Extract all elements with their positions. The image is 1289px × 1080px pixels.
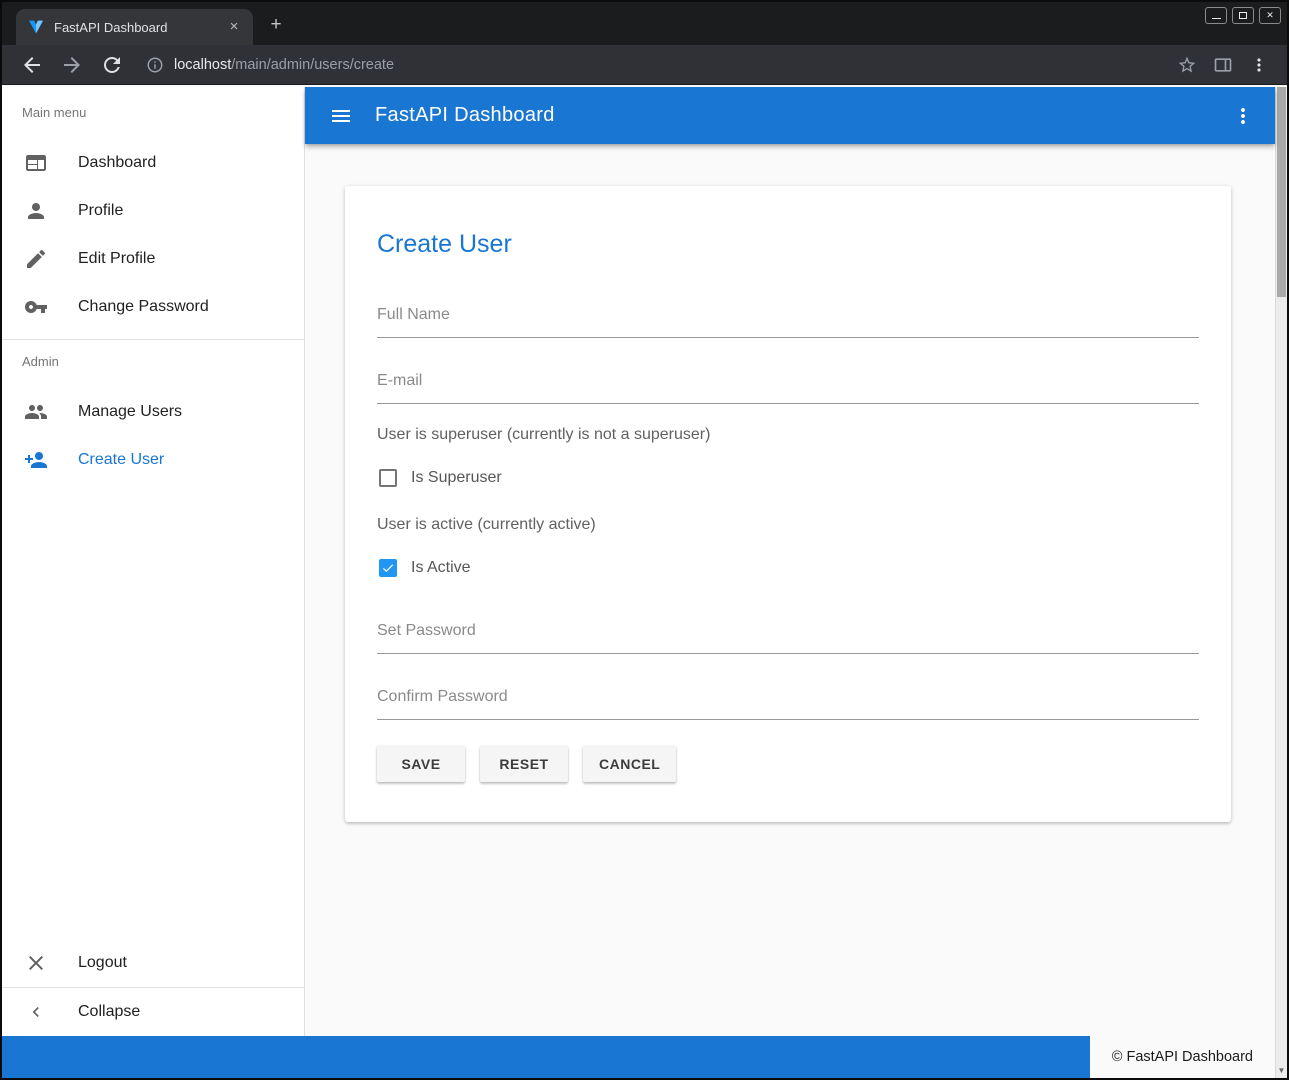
sidebar-item-collapse[interactable]: Collapse [2, 988, 304, 1036]
page: Main menu Dashboard Profile Edit Profile… [2, 87, 1287, 1078]
minimize-icon [1212, 18, 1221, 19]
tab-close-icon[interactable]: × [225, 18, 243, 36]
create-user-card: Create User User is superuser (currently… [345, 186, 1231, 822]
site-info-icon[interactable] [146, 56, 164, 74]
save-button[interactable]: SAVE [377, 746, 465, 782]
person-add-icon [24, 448, 48, 472]
is-superuser-row: Is Superuser [377, 466, 1199, 490]
close-window-button[interactable]: ✕ [1259, 7, 1281, 24]
maximize-button[interactable] [1232, 7, 1254, 24]
sidebar-item-label: Profile [78, 202, 123, 220]
sidebar-item-change-password[interactable]: Change Password [2, 283, 304, 331]
email-field [377, 372, 1199, 404]
refresh-icon[interactable] [100, 53, 124, 77]
confirm-password-field [377, 688, 1199, 720]
tab-title: FastAPI Dashboard [54, 20, 225, 35]
browser-tab[interactable]: FastAPI Dashboard × [16, 9, 253, 45]
sidebar-item-label: Dashboard [78, 154, 156, 172]
page-title: Create User [377, 186, 1199, 260]
sidebar-section-main-menu: Main menu [22, 105, 304, 125]
sidebar-section-admin: Admin [22, 354, 304, 374]
form-buttons: SAVE RESET CANCEL [377, 746, 1199, 822]
is-active-row: Is Active [377, 556, 1199, 580]
person-icon [24, 199, 48, 223]
address-bar[interactable]: localhost/main/admin/users/create [140, 50, 1161, 80]
dashboard-icon [24, 151, 48, 175]
sidebar-item-profile[interactable]: Profile [2, 187, 304, 235]
main-content: Create User User is superuser (currently… [305, 144, 1275, 1036]
browser-titlebar: FastAPI Dashboard × + ✕ [2, 2, 1287, 45]
back-icon[interactable] [20, 53, 44, 77]
new-tab-button[interactable]: + [264, 14, 288, 38]
browser-menu-icon[interactable] [1249, 55, 1269, 75]
sidebar-item-create-user[interactable]: Create User [2, 436, 304, 484]
confirm-password-input[interactable] [377, 688, 1199, 719]
browser-window: FastAPI Dashboard × + ✕ localhost/main/a… [0, 0, 1289, 1080]
set-password-input[interactable] [377, 622, 1199, 653]
url-text: localhost/main/admin/users/create [174, 57, 394, 73]
edit-pencil-icon [24, 247, 48, 271]
full-name-field [377, 306, 1199, 338]
is-superuser-label[interactable]: Is Superuser [411, 469, 502, 487]
full-name-input[interactable] [377, 306, 1199, 337]
sidebar: Main menu Dashboard Profile Edit Profile… [2, 87, 305, 1036]
minimize-button[interactable] [1205, 7, 1227, 24]
sidebar-item-label: Create User [78, 451, 164, 469]
is-superuser-checkbox[interactable] [379, 469, 397, 487]
maximize-icon [1239, 12, 1247, 19]
sidebar-admin-group: Manage Users Create User [2, 388, 304, 484]
sidebar-item-label: Logout [78, 954, 127, 972]
scrollbar-down-arrow[interactable]: ▼ [1276, 1065, 1287, 1077]
bookmark-star-icon[interactable] [1177, 55, 1197, 75]
browser-toolbar: localhost/main/admin/users/create [2, 45, 1287, 85]
scrollbar-thumb[interactable] [1277, 87, 1286, 297]
url-path: /main/admin/users/create [231, 57, 394, 73]
sidebar-item-dashboard[interactable]: Dashboard [2, 139, 304, 187]
footer-copyright: © FastAPI Dashboard [1090, 1036, 1275, 1078]
active-hint: User is active (currently active) [377, 516, 1199, 538]
chevron-left-icon [26, 1002, 46, 1022]
appbar-title: FastAPI Dashboard [375, 104, 555, 127]
sidebar-divider [2, 339, 304, 340]
page-scrollbar[interactable]: ▼ [1275, 87, 1287, 1078]
app-bar: FastAPI Dashboard [305, 87, 1275, 144]
window-controls: ✕ [1205, 7, 1281, 24]
cancel-button[interactable]: CANCEL [583, 746, 676, 782]
hamburger-menu-icon[interactable] [329, 104, 353, 128]
sidebar-item-label: Change Password [78, 298, 209, 316]
url-host: localhost [174, 57, 231, 73]
sidebar-item-label: Collapse [78, 1003, 140, 1021]
is-active-label[interactable]: Is Active [411, 559, 471, 577]
key-icon [24, 295, 48, 319]
sidebar-spacer [2, 484, 304, 939]
close-x-icon [24, 951, 48, 975]
email-input[interactable] [377, 372, 1199, 403]
check-icon [381, 560, 395, 576]
sidebar-item-label: Edit Profile [78, 250, 155, 268]
footer-bar [2, 1036, 1090, 1078]
superuser-hint: User is superuser (currently is not a su… [377, 426, 1199, 448]
is-active-checkbox[interactable] [379, 559, 397, 577]
people-icon [24, 400, 48, 424]
forward-icon[interactable] [60, 53, 84, 77]
sidebar-item-label: Manage Users [78, 403, 182, 421]
sidebar-item-edit-profile[interactable]: Edit Profile [2, 235, 304, 283]
footer: © FastAPI Dashboard [2, 1036, 1275, 1078]
vuetify-favicon-icon [28, 20, 44, 34]
sidebar-item-manage-users[interactable]: Manage Users [2, 388, 304, 436]
reset-button[interactable]: RESET [480, 746, 568, 782]
side-panel-icon[interactable] [1213, 55, 1233, 75]
sidebar-item-logout[interactable]: Logout [2, 939, 304, 987]
appbar-menu-icon[interactable] [1231, 104, 1255, 128]
sidebar-main-group: Dashboard Profile Edit Profile Change Pa… [2, 139, 304, 331]
set-password-field [377, 622, 1199, 654]
